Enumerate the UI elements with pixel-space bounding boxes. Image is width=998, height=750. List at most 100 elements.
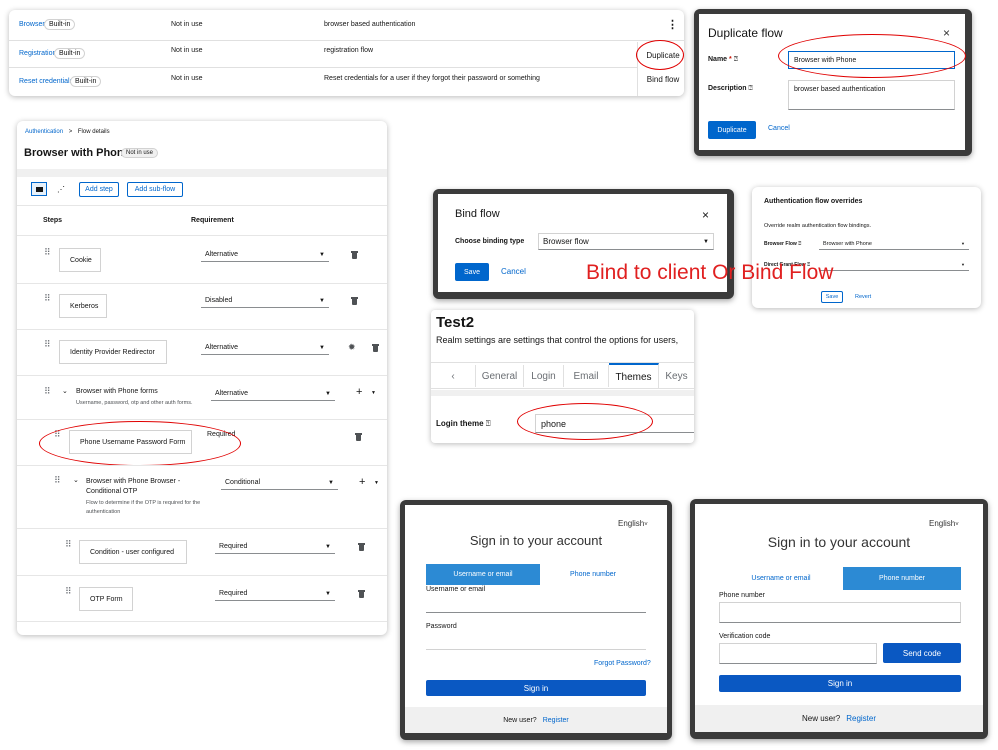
signin-button[interactable]: Sign in xyxy=(426,680,646,696)
chevron-down-icon[interactable]: ⌄ xyxy=(62,387,68,395)
direct-grant-select[interactable]: ▼ xyxy=(819,259,969,271)
name-label-text: Name xyxy=(708,56,728,63)
tab-email[interactable]: Email xyxy=(564,365,609,387)
subflow-name-line: Browser with Phone Browser - xyxy=(86,478,181,485)
drag-handle-icon[interactable]: ⠿ xyxy=(44,247,50,258)
requirement-select[interactable]: Alternative ▼ xyxy=(201,248,329,262)
forgot-password-link[interactable]: Forgot Password? xyxy=(594,660,651,667)
flow-status: Not in use xyxy=(171,75,203,82)
gear-icon[interactable]: ✹ xyxy=(348,342,356,353)
register-link[interactable]: Register xyxy=(846,714,876,723)
flow-name-link[interactable]: Reset credentials xyxy=(19,78,73,85)
breadcrumb-authentication[interactable]: Authentication xyxy=(25,129,63,135)
tab-phone[interactable]: Phone number xyxy=(843,567,961,590)
requirement-value: Alternative xyxy=(215,390,249,397)
flows-table: Browser Built-in Not in use browser base… xyxy=(9,10,684,96)
trash-icon[interactable] xyxy=(351,251,358,259)
add-subflow-button[interactable]: Add sub-flow xyxy=(127,182,183,197)
trash-icon[interactable] xyxy=(358,590,365,598)
drag-handle-icon[interactable]: ⠿ xyxy=(44,293,50,304)
language-selector[interactable]: English˅ xyxy=(929,519,959,528)
tab-keys[interactable]: Keys xyxy=(659,365,694,387)
username-field[interactable] xyxy=(426,597,646,613)
signin-button[interactable]: Sign in xyxy=(719,675,961,692)
drag-handle-icon[interactable]: ⠿ xyxy=(44,339,50,350)
binding-type-select[interactable]: Browser flow ▼ xyxy=(538,233,714,250)
binding-type-label: Choose binding type xyxy=(455,238,525,245)
send-code-button[interactable]: Send code xyxy=(883,643,961,663)
subflow-name-line: Conditional OTP xyxy=(86,488,138,495)
caret-down-icon[interactable]: ▼ xyxy=(374,480,379,486)
tab-themes[interactable]: Themes xyxy=(609,363,659,389)
revert-button[interactable]: Revert xyxy=(855,294,871,300)
step-name: Phone Username Password Form xyxy=(69,430,192,454)
requirement-select[interactable]: Alternative ▼ xyxy=(211,387,335,401)
flow-name-link[interactable]: Registration xyxy=(19,50,56,57)
realm-subtitle: Realm settings are settings that control… xyxy=(436,335,679,345)
add-icon[interactable]: + xyxy=(356,386,362,398)
trash-icon[interactable] xyxy=(355,433,362,441)
flow-description: registration flow xyxy=(324,47,374,54)
requirement-select[interactable]: Conditional ▼ xyxy=(221,476,338,490)
password-field[interactable] xyxy=(426,634,646,650)
requirement-select[interactable]: Disabled ▼ xyxy=(201,294,329,308)
tab-username[interactable]: Username or email xyxy=(426,564,540,585)
table-view-toggle[interactable] xyxy=(31,182,47,196)
new-user-text: New user? xyxy=(503,716,537,724)
save-button[interactable]: Save xyxy=(455,263,489,281)
verification-code-field[interactable] xyxy=(719,643,877,664)
requirement-select[interactable]: Required ▼ xyxy=(215,540,335,554)
login-theme-select[interactable]: phone xyxy=(535,414,694,433)
tab-scroll-left[interactable]: ‹ xyxy=(431,365,476,387)
requirement-value: Required xyxy=(207,431,236,438)
language-selector[interactable]: English˅ xyxy=(618,519,648,528)
add-icon[interactable]: + xyxy=(359,476,365,488)
name-field[interactable]: Browser with Phone xyxy=(788,51,955,69)
close-icon[interactable]: × xyxy=(702,208,709,222)
chevron-down-icon[interactable]: ⌄ xyxy=(73,476,79,484)
kebab-icon[interactable]: ⋮ xyxy=(667,18,678,31)
cancel-button[interactable]: Cancel xyxy=(768,125,790,132)
description-label: Description ⍰ xyxy=(708,85,753,93)
drag-handle-icon[interactable]: ⠿ xyxy=(65,539,71,550)
description-field[interactable]: browser based authentication xyxy=(788,80,955,110)
tab-login[interactable]: Login xyxy=(524,365,564,387)
register-link[interactable]: Register xyxy=(543,717,569,724)
trash-icon[interactable] xyxy=(351,297,358,305)
chevron-down-icon: ˅ xyxy=(644,522,648,528)
cancel-button[interactable]: Cancel xyxy=(501,267,526,276)
close-icon[interactable]: × xyxy=(943,26,950,40)
flow-name-link[interactable]: Browser xyxy=(19,21,45,28)
duplicate-modal: Duplicate flow × Name * ⍰ Browser with P… xyxy=(699,14,965,150)
tab-general[interactable]: General xyxy=(476,365,524,387)
requirement-select[interactable]: Alternative ▼ xyxy=(201,341,329,355)
add-step-button[interactable]: Add step xyxy=(79,182,119,197)
duplicate-button[interactable]: Duplicate xyxy=(708,121,756,139)
caret-down-icon: ▼ xyxy=(325,390,331,397)
trash-icon[interactable] xyxy=(372,344,379,352)
subflow-description-line: Flow to determine if the OTP is required… xyxy=(86,500,201,506)
flow-details-panel: Authentication > Flow details Browser wi… xyxy=(17,121,387,635)
browser-flow-select[interactable]: Browser with Phone ▼ xyxy=(819,238,969,250)
divider xyxy=(17,528,387,529)
header-divider xyxy=(17,169,387,177)
diagram-view-toggle[interactable]: ⋰ xyxy=(53,182,69,196)
drag-handle-icon[interactable]: ⠿ xyxy=(54,475,60,486)
drag-handle-icon[interactable]: ⠿ xyxy=(54,429,60,440)
help-icon: ⍰ xyxy=(798,241,802,247)
divider xyxy=(17,329,387,330)
phone-number-field[interactable] xyxy=(719,602,961,623)
help-icon: ⍰ xyxy=(733,56,738,63)
bind-flow-menu-item[interactable]: Bind flow xyxy=(642,75,684,84)
requirement-select[interactable]: Required ▼ xyxy=(215,587,335,601)
tab-username[interactable]: Username or email xyxy=(719,567,843,590)
drag-handle-icon[interactable]: ⠿ xyxy=(65,586,71,597)
trash-icon[interactable] xyxy=(358,543,365,551)
divider xyxy=(17,465,387,466)
tab-phone[interactable]: Phone number xyxy=(540,564,646,585)
drag-handle-icon[interactable]: ⠿ xyxy=(44,386,50,397)
new-user-text: New user? xyxy=(801,714,841,723)
save-button[interactable]: Save xyxy=(821,291,843,303)
caret-down-icon[interactable]: ▼ xyxy=(371,390,376,396)
duplicate-menu-item[interactable]: Duplicate xyxy=(642,51,684,60)
